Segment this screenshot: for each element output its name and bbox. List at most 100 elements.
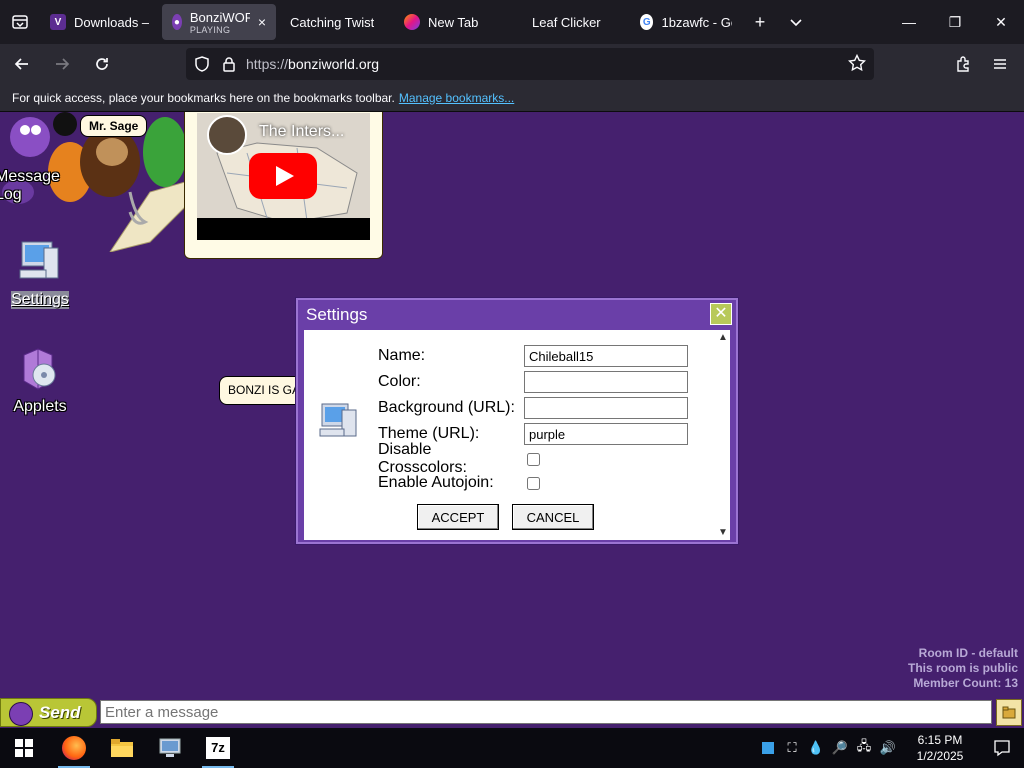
chevron-down-icon bbox=[790, 19, 802, 27]
cancel-button[interactable]: CANCEL bbox=[512, 504, 594, 530]
tab-list-button[interactable] bbox=[0, 0, 40, 44]
tab-google[interactable]: G 1bzawfc - Goo bbox=[630, 4, 742, 40]
message-log-desktop-icon[interactable]: Message Log bbox=[0, 168, 70, 204]
lock-icon bbox=[223, 57, 235, 72]
back-button[interactable] bbox=[4, 48, 40, 80]
name-row: Name: bbox=[378, 345, 688, 367]
manage-bookmarks-link[interactable]: Manage bookmarks... bbox=[399, 91, 514, 105]
applets-desktop-icon[interactable]: Applets bbox=[0, 345, 80, 416]
settings-desktop-icon[interactable]: Settings bbox=[0, 238, 80, 309]
color-input[interactable] bbox=[524, 371, 688, 393]
menu-button[interactable] bbox=[982, 48, 1018, 80]
applets-box-icon bbox=[23, 348, 56, 390]
member-count-text: Member Count: 13 bbox=[913, 676, 1018, 690]
restore-icon: ❐ bbox=[948, 13, 962, 30]
tab-title-group: BonziWORLD PLAYING bbox=[190, 10, 250, 35]
clock-time: 6:15 PM bbox=[917, 733, 963, 747]
folder-icon bbox=[111, 739, 133, 757]
tab-leaf-clicker[interactable]: Leaf Clicker bbox=[512, 4, 630, 40]
scroll-up-icon[interactable]: ▲ bbox=[716, 332, 730, 343]
notification-icon bbox=[994, 740, 1010, 757]
tab-new-tab[interactable]: New Tab bbox=[394, 4, 512, 40]
bookmarks-hint: For quick access, place your bookmarks h… bbox=[12, 90, 395, 105]
tray-network[interactable]: 🖧 bbox=[852, 728, 876, 768]
settings-close-button[interactable]: ✕ bbox=[710, 303, 732, 325]
reload-button[interactable] bbox=[84, 48, 120, 80]
color-row: Color: bbox=[378, 371, 688, 393]
close-tab-icon[interactable]: × bbox=[258, 14, 266, 30]
taskbar-remote-app[interactable] bbox=[146, 728, 194, 768]
room-id-text: Room ID - default bbox=[918, 646, 1018, 660]
taskbar-7zip[interactable]: 7z bbox=[194, 728, 242, 768]
chat-bar: Send bbox=[0, 698, 1024, 728]
name-input[interactable] bbox=[524, 345, 688, 367]
window-controls: — ❐ ✕ bbox=[886, 0, 1024, 44]
youtube-embed[interactable]: The Inters... bbox=[197, 113, 370, 240]
extensions-button[interactable] bbox=[946, 48, 982, 80]
taskbar-firefox[interactable] bbox=[50, 728, 98, 768]
send-button[interactable]: Send bbox=[0, 698, 97, 727]
bonzi-icon bbox=[9, 702, 33, 726]
theme-url-input[interactable] bbox=[524, 423, 688, 445]
bookmarks-toolbar: For quick access, place your bookmarks h… bbox=[0, 84, 1024, 112]
applets-label: Applets bbox=[13, 398, 67, 415]
close-icon: ✕ bbox=[995, 13, 1007, 30]
enable-autojoin-checkbox[interactable] bbox=[527, 476, 540, 490]
navigation-bar: https://bonziworld.org bbox=[0, 44, 1024, 84]
tab-title: Downloads – bbox=[74, 14, 150, 30]
chat-message-input[interactable] bbox=[100, 700, 992, 724]
shield-icon bbox=[195, 56, 209, 72]
forward-button[interactable] bbox=[44, 48, 80, 80]
name-label: Name: bbox=[378, 347, 426, 364]
bonzi-icon: ● bbox=[172, 14, 182, 30]
message-log-label: Message Log bbox=[0, 168, 60, 203]
tray-app-icon[interactable] bbox=[756, 728, 780, 768]
disable-crosscolors-checkbox[interactable] bbox=[527, 452, 540, 466]
accept-button[interactable]: ACCEPT bbox=[417, 504, 499, 530]
tab-title: BonziWORLD bbox=[189, 9, 250, 25]
tab-title: Leaf Clicker bbox=[532, 14, 601, 30]
tab-title: New Tab bbox=[428, 14, 479, 30]
close-icon: ✕ bbox=[714, 305, 728, 322]
google-icon: G bbox=[640, 14, 654, 30]
computer-icon bbox=[19, 241, 59, 279]
tab-bar: V Downloads – ● BonziWORLD PLAYING × Cat… bbox=[0, 0, 1024, 44]
room-info: Room ID - default This room is public Me… bbox=[908, 646, 1018, 691]
minimize-button[interactable]: — bbox=[886, 0, 932, 44]
tray-volume[interactable]: 🔊 bbox=[876, 728, 900, 768]
start-button[interactable] bbox=[0, 728, 48, 768]
tray-search[interactable]: 🔎 bbox=[828, 728, 852, 768]
tab-catching-twist[interactable]: Catching Twist bbox=[276, 4, 394, 40]
new-tab-button[interactable]: + bbox=[742, 4, 778, 40]
tab-downloads[interactable]: V Downloads – bbox=[40, 4, 162, 40]
scroll-down-icon[interactable]: ▼ bbox=[716, 527, 730, 538]
list-all-tabs-button[interactable] bbox=[778, 4, 814, 40]
crosscolors-row: Disable Crosscolors: bbox=[378, 441, 540, 476]
attach-button[interactable] bbox=[996, 699, 1022, 726]
tab-title: 1bzawfc - Goo bbox=[661, 14, 732, 30]
bookmark-star-button[interactable] bbox=[847, 53, 867, 75]
video-bottom-bar bbox=[197, 218, 370, 240]
reload-icon bbox=[96, 58, 108, 70]
computer-icon bbox=[159, 738, 181, 757]
tray-drop[interactable]: 💧 bbox=[804, 728, 828, 768]
tab-bonziworld[interactable]: ● BonziWORLD PLAYING × bbox=[162, 4, 276, 40]
people-icon: ⛶ bbox=[787, 740, 797, 755]
system-clock[interactable]: 6:15 PM 1/2/2025 bbox=[900, 732, 980, 764]
url-bar[interactable]: https://bonziworld.org bbox=[186, 48, 874, 80]
notification-center-button[interactable] bbox=[980, 728, 1024, 768]
background-url-input[interactable] bbox=[524, 397, 688, 419]
maximize-button[interactable]: ❐ bbox=[932, 0, 978, 44]
tab-playing-label: PLAYING bbox=[189, 24, 231, 35]
dialog-scrollbar[interactable]: ▲ ▼ bbox=[716, 330, 730, 540]
taskbar-file-explorer[interactable] bbox=[98, 728, 146, 768]
video-card: The Inters... bbox=[184, 112, 383, 259]
tray-network-share[interactable]: ⛶ bbox=[780, 728, 804, 768]
windows-logo-icon bbox=[15, 739, 33, 757]
folder-icon bbox=[1002, 706, 1016, 719]
background-row: Background (URL): bbox=[378, 397, 688, 419]
url-host: bonziworld.org bbox=[288, 56, 380, 72]
toolbar-right bbox=[946, 48, 1018, 80]
close-window-button[interactable]: ✕ bbox=[978, 0, 1024, 44]
youtube-play-icon[interactable] bbox=[249, 153, 317, 199]
